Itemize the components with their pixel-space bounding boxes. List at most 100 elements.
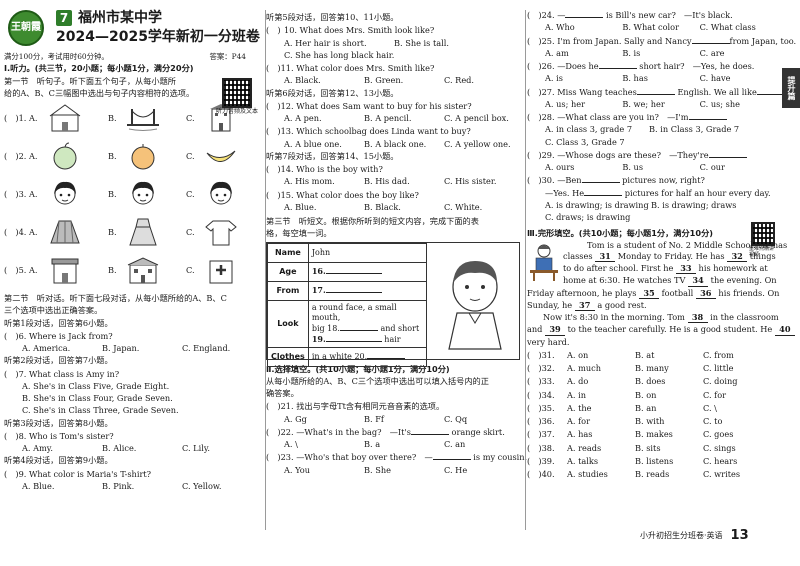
option-label[interactable]: B. (108, 227, 126, 237)
option[interactable]: A. Her hair is short. (284, 38, 394, 48)
option[interactable]: A. A pen. (284, 113, 364, 123)
option-label[interactable]: ( )5. A. (4, 265, 48, 275)
option[interactable]: A. for (567, 416, 635, 426)
option[interactable]: A. on (567, 350, 635, 360)
option-label[interactable]: B. (108, 265, 126, 275)
option[interactable]: C. White. (444, 202, 524, 212)
option[interactable]: C. She has long black hair. (284, 50, 394, 60)
option[interactable]: C. sings (703, 443, 771, 453)
option[interactable]: C. He (444, 465, 524, 475)
cloze-blank[interactable]: 31 (595, 251, 616, 262)
option[interactable]: B. What color (622, 22, 699, 32)
option[interactable]: A. do (567, 376, 635, 386)
option[interactable]: A. You (284, 465, 364, 475)
option[interactable]: B. Black. (364, 202, 444, 212)
option[interactable]: C. \ (703, 403, 771, 413)
option[interactable]: B. A black one. (364, 139, 444, 149)
option[interactable]: A. has (567, 429, 635, 439)
option-label[interactable]: C. (186, 189, 204, 199)
option[interactable]: B. does (635, 376, 703, 386)
option[interactable]: C. our (700, 162, 777, 172)
cloze-blank[interactable]: 36 (695, 288, 716, 299)
option[interactable]: A. Amy. (22, 443, 102, 453)
blank-16[interactable]: 16. (307, 261, 428, 282)
option[interactable]: A. \ (284, 439, 364, 449)
option[interactable]: A. in (567, 390, 635, 400)
option[interactable]: C. Yellow. (182, 481, 262, 491)
cloze-blank[interactable]: 34 (688, 275, 709, 287)
option[interactable]: B. is (622, 48, 699, 58)
option[interactable]: A. us; her (545, 99, 622, 109)
option[interactable]: A. She's in Class Five, Grade Eight. (22, 381, 169, 391)
blank-20[interactable]: in a white 20. (307, 346, 428, 367)
option[interactable]: A. am (545, 48, 622, 58)
option[interactable]: A. Black. (284, 75, 364, 85)
option[interactable]: A. A blue one. (284, 139, 364, 149)
option[interactable]: C. draws; is drawing (545, 212, 630, 222)
option[interactable]: C. goes (703, 429, 771, 439)
cloze-blank[interactable]: 32 (727, 251, 748, 262)
option[interactable]: B. in Class 3, Grade 7 (649, 124, 739, 134)
option[interactable]: A. reads (567, 443, 635, 453)
option[interactable]: A. is (545, 73, 622, 83)
option[interactable]: B. Pink. (102, 481, 182, 491)
look-cell[interactable]: a round face, a small mouth, big 18. and… (307, 299, 428, 348)
option-label[interactable]: C. (186, 151, 204, 161)
option[interactable]: C. A pencil box. (444, 113, 524, 123)
option[interactable]: C. doing (703, 376, 771, 386)
option[interactable]: C. from (703, 350, 771, 360)
option[interactable]: B. Green. (364, 75, 444, 85)
option[interactable]: C. are (700, 48, 777, 58)
option[interactable]: C. A yellow one. (444, 139, 524, 149)
option[interactable]: A. His mom. (284, 176, 364, 186)
option[interactable]: B. sits (635, 443, 703, 453)
option[interactable]: C. little (703, 363, 771, 373)
option[interactable]: B. She's in Class Four, Grade Seven. (22, 393, 173, 403)
cloze-blank[interactable]: 40 (774, 324, 795, 336)
option[interactable]: B. Alice. (102, 443, 182, 453)
cloze-blank[interactable]: 33 (675, 263, 696, 275)
option[interactable]: C. Qq (444, 414, 524, 424)
option[interactable]: B. at (635, 350, 703, 360)
cloze-blank[interactable]: 38 (687, 312, 708, 324)
option-label[interactable]: B. (108, 151, 126, 161)
option[interactable]: C. Lily. (182, 443, 262, 453)
option[interactable]: B. is drawing; draws (651, 200, 736, 210)
option-label[interactable]: C. (186, 113, 204, 123)
option[interactable]: B. on (635, 390, 703, 400)
cloze-blank[interactable]: 39 (545, 324, 566, 336)
option[interactable]: B. His dad. (364, 176, 444, 186)
option[interactable]: C. England. (182, 343, 262, 353)
option[interactable]: A. in class 3, grade 7 (545, 124, 649, 134)
option[interactable]: C. an (444, 439, 524, 449)
option-label[interactable]: B. (108, 189, 126, 199)
option[interactable]: A. America. (22, 343, 102, 353)
option[interactable]: B. A pencil. (364, 113, 444, 123)
audio-qr[interactable]: 听力音频及文本 (216, 78, 258, 116)
option[interactable]: C. have (700, 73, 777, 83)
option-label[interactable]: B. (108, 113, 126, 123)
option[interactable]: B. Japan. (102, 343, 182, 353)
cloze-blank[interactable]: 37 (574, 300, 595, 311)
option[interactable]: C. Class 3, Grade 7 (545, 137, 625, 147)
option-label[interactable]: ( )3. A. (4, 189, 48, 199)
option[interactable]: B. reads (635, 469, 703, 479)
option[interactable]: B. listens (635, 456, 703, 466)
option[interactable]: A. Blue. (22, 481, 102, 491)
option[interactable]: A. ours (545, 162, 622, 172)
option[interactable]: A. studies (567, 469, 635, 479)
option[interactable]: C. What class (700, 22, 777, 32)
option[interactable]: C. hears (703, 456, 771, 466)
option[interactable]: A. the (567, 403, 635, 413)
option[interactable]: B. She is tall. (394, 38, 474, 48)
option[interactable]: C. She's in Class Three, Grade Seven. (22, 405, 179, 415)
option[interactable]: A. Gg (284, 414, 364, 424)
option-label[interactable]: ( )2. A. (4, 151, 48, 161)
option[interactable]: C. His sister. (444, 176, 524, 186)
option[interactable]: B. with (635, 416, 703, 426)
option[interactable]: B. has (622, 73, 699, 83)
option[interactable]: C. Red. (444, 75, 524, 85)
option[interactable]: B. She (364, 465, 444, 475)
option[interactable]: C. writes (703, 469, 771, 479)
option[interactable]: B. a (364, 439, 444, 449)
